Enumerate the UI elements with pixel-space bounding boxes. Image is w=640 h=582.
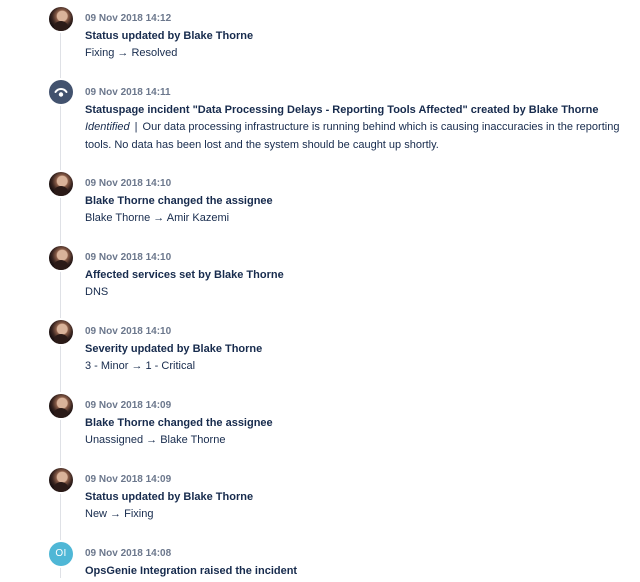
incident-status-label: Identified <box>85 121 130 133</box>
entry-title: Status updated by Blake Thorne <box>85 491 254 503</box>
entry-title: OpsGenie Integration raised the incident <box>85 565 298 577</box>
entry-timestamp: 09 Nov 2018 14:10 <box>85 326 172 337</box>
incident-timeline: 09 Nov 2018 14:12 Status updated by Blak… <box>0 0 640 582</box>
entry-title: Blake Thorne changed the assignee <box>85 195 273 207</box>
avatar[interactable] <box>49 468 73 492</box>
separator: | <box>134 121 138 133</box>
avatar-initials: OI <box>55 548 67 559</box>
entry-detail: DNS <box>85 286 109 298</box>
entry-detail: Unassigned → Blake Thorne <box>85 434 226 446</box>
entry-title: Statuspage incident "Data Processing Del… <box>85 104 599 116</box>
avatar[interactable] <box>49 320 73 344</box>
entry-title: Affected services set by Blake Thorne <box>85 269 284 281</box>
avatar[interactable] <box>49 246 73 270</box>
entry-timestamp: 09 Nov 2018 14:08 <box>85 548 172 559</box>
avatar[interactable] <box>49 7 73 31</box>
entry-detail: 3 - Minor → 1 - Critical <box>85 360 196 372</box>
entry-title: Severity updated by Blake Thorne <box>85 343 263 355</box>
entry-timestamp: 09 Nov 2018 14:09 <box>85 400 172 411</box>
entry-detail: Fixing → Resolved <box>85 47 178 59</box>
entry-detail: New → Fixing <box>85 508 154 520</box>
entry-title: Blake Thorne changed the assignee <box>85 417 273 429</box>
entry-timestamp: 09 Nov 2018 14:09 <box>85 474 172 485</box>
incident-description-text: Our data processing infrastructure is ru… <box>85 121 620 151</box>
avatar[interactable] <box>49 80 73 104</box>
entry-timestamp: 09 Nov 2018 14:10 <box>85 178 172 189</box>
entry-detail: Blake Thorne → Amir Kazemi <box>85 212 230 224</box>
entry-timestamp: 09 Nov 2018 14:10 <box>85 252 172 263</box>
avatar[interactable] <box>49 394 73 418</box>
entry-timestamp: 09 Nov 2018 14:11 <box>85 87 171 98</box>
avatar[interactable] <box>49 172 73 196</box>
entry-timestamp: 09 Nov 2018 14:12 <box>85 13 172 24</box>
statuspage-icon <box>54 88 68 97</box>
entry-description: Identified | Our data processing infrastru… <box>85 118 630 154</box>
entry-title: Status updated by Blake Thorne <box>85 30 254 42</box>
avatar[interactable]: OI <box>49 542 73 566</box>
